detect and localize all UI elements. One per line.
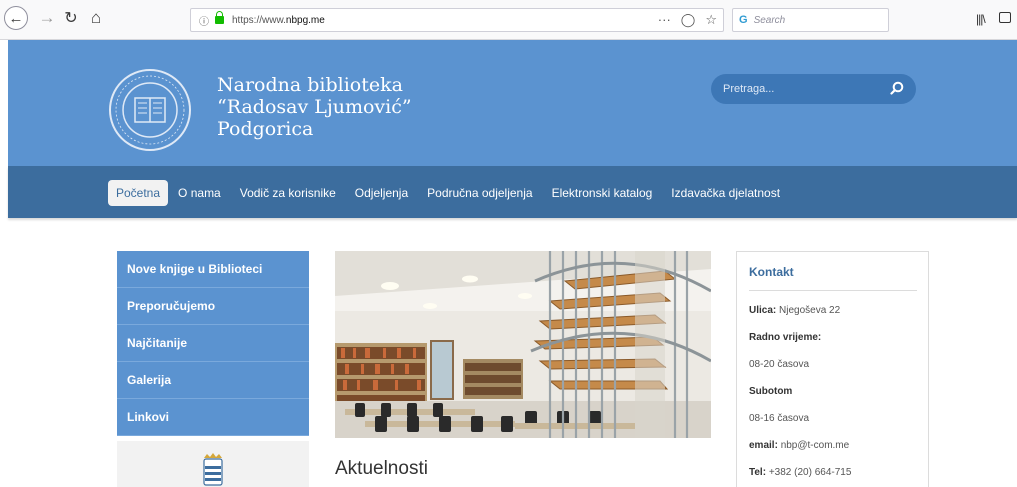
- section-title-aktuelnosti: Aktuelnosti: [335, 458, 428, 479]
- contact-title: Kontakt: [749, 265, 794, 279]
- page-actions-icon[interactable]: ···: [658, 12, 671, 28]
- contact-hours-label: Radno vrijeme:: [749, 332, 821, 343]
- nav-item-podrucna-odjeljenja[interactable]: Područna odjeljenja: [427, 186, 532, 200]
- nav-item-pocetna[interactable]: Početna: [108, 180, 169, 206]
- nav-item-odjeljenja[interactable]: Odjeljenja: [355, 186, 408, 200]
- contact-divider: [749, 290, 917, 291]
- city-crest-icon[interactable]: [201, 452, 225, 487]
- sidebar-icon[interactable]: [999, 12, 1011, 23]
- url-domain: nbpg.me: [285, 14, 325, 26]
- forward-arrow-icon[interactable]: →: [38, 6, 56, 30]
- site-title-line2: “Radosav Ljumović”: [217, 96, 412, 118]
- home-icon[interactable]: ⌂: [86, 6, 106, 30]
- browser-toolbar: ← → ↻ ⌂ ⓘ https://www.nbpg.me ··· ◯ ☆ G …: [0, 0, 1017, 40]
- nav-item-vodic[interactable]: Vodič za korisnike: [240, 186, 336, 200]
- left-sidebar-menu: Nove knjige u Biblioteci Preporučujemo N…: [117, 251, 309, 436]
- lock-icon[interactable]: [215, 11, 224, 24]
- search-engine-icon: G: [739, 14, 748, 26]
- site-search-input[interactable]: [723, 83, 883, 95]
- contact-saturday-label: Subotom: [749, 386, 792, 397]
- contact-email[interactable]: email: nbp@t-com.me: [749, 440, 849, 451]
- contact-phone-value: +382 (20) 664-715: [768, 467, 852, 478]
- site-title[interactable]: Narodna biblioteka “Radosav Ljumović” Po…: [217, 74, 412, 140]
- contact-hours-label-text: Radno vrijeme:: [749, 332, 822, 343]
- contact-street-label: Ulica:: [749, 305, 777, 316]
- main-nav-items: Početna O nama Vodič za korisnike Odjelj…: [108, 180, 799, 206]
- sidebar-item-preporucujemo[interactable]: Preporučujemo: [117, 288, 309, 325]
- browser-search-field[interactable]: G Search: [732, 8, 889, 32]
- contact-saturday-value: 08-16 časova: [749, 413, 810, 424]
- library-seal-logo[interactable]: [108, 68, 192, 152]
- page-left-margin: [0, 40, 8, 218]
- address-bar[interactable]: ⓘ https://www.nbpg.me ··· ◯ ☆: [190, 8, 724, 32]
- site-search-box: [711, 74, 916, 104]
- url-prefix: https://www.: [232, 14, 286, 26]
- search-icon[interactable]: [890, 81, 904, 95]
- pocket-icon[interactable]: ◯: [681, 12, 696, 28]
- sidebar-item-nove-knjige[interactable]: Nove knjige u Biblioteci: [117, 251, 309, 288]
- browser-search-placeholder: Search: [753, 14, 786, 26]
- nav-item-izdavacka-djelatnost[interactable]: Izdavačka djelatnost: [671, 186, 780, 200]
- library-icon[interactable]: |||\: [976, 12, 986, 26]
- contact-street-value: Njegoševa 22: [779, 305, 841, 316]
- sidebar-item-linkovi[interactable]: Linkovi: [117, 399, 309, 436]
- nav-item-o-nama[interactable]: O nama: [178, 186, 221, 200]
- sidebar-item-najcitanije[interactable]: Najčitanije: [117, 325, 309, 362]
- site-title-line3: Podgorica: [217, 118, 314, 140]
- contact-email-value[interactable]: nbp@t-com.me: [781, 440, 850, 451]
- info-icon[interactable]: ⓘ: [199, 13, 209, 28]
- nav-item-elektronski-katalog[interactable]: Elektronski katalog: [552, 186, 653, 200]
- site-title-line1: Narodna biblioteka: [217, 74, 403, 96]
- bookmark-star-icon[interactable]: ☆: [705, 12, 717, 28]
- back-arrow-icon[interactable]: ←: [4, 6, 28, 30]
- contact-email-label: email:: [749, 440, 778, 451]
- reload-icon[interactable]: ↻: [62, 6, 80, 30]
- contact-phone-label: Tel:: [749, 467, 767, 478]
- contact-phone: Tel: +382 (20) 664-715: [749, 467, 851, 478]
- contact-panel: Kontakt Ulica: Njegoševa 22 Radno vrijem…: [736, 251, 929, 487]
- contact-street: Ulica: Njegoševa 22: [749, 305, 840, 316]
- sidebar-item-galerija[interactable]: Galerija: [117, 362, 309, 399]
- contact-hours-value: 08-20 časova: [749, 359, 810, 370]
- url-text[interactable]: https://www.nbpg.me: [232, 15, 325, 26]
- library-interior-photo[interactable]: [335, 251, 711, 438]
- contact-saturday-label-text: Subotom: [749, 386, 793, 397]
